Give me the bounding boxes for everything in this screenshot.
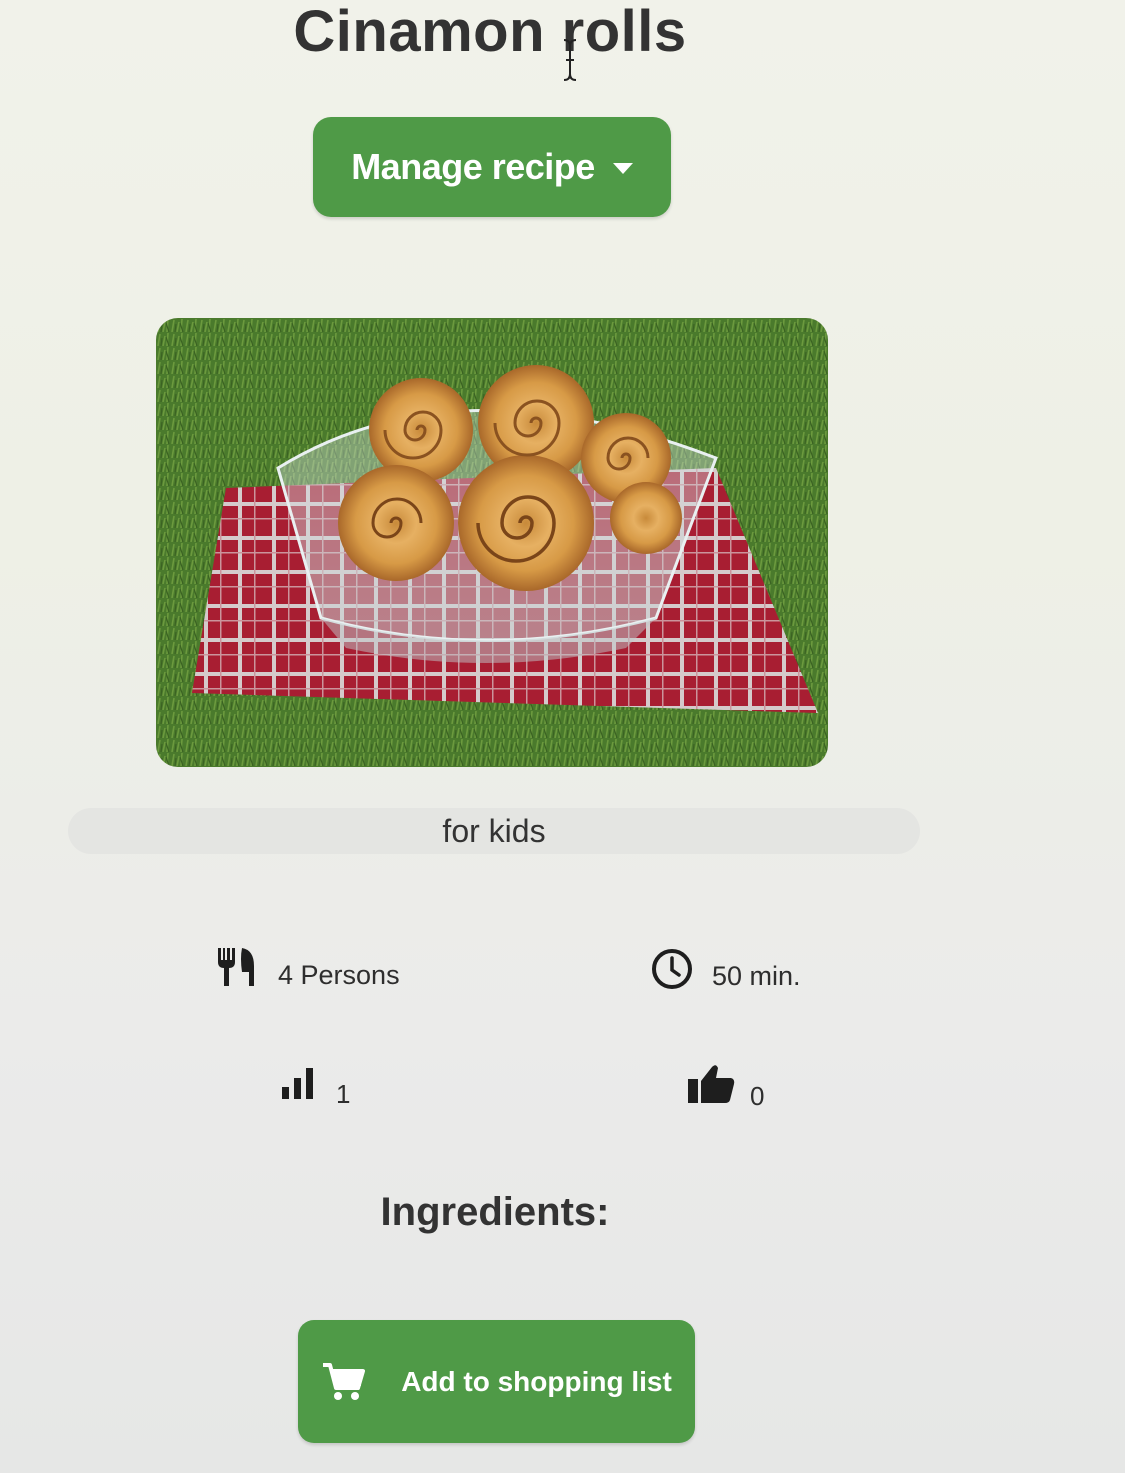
likes-stat[interactable]: 0	[686, 1055, 764, 1112]
signal-bars-icon	[282, 1067, 313, 1099]
manage-recipe-label: Manage recipe	[351, 146, 595, 187]
ingredients-heading: Ingredients:	[380, 1190, 610, 1234]
recipe-page: Cinamon rolls Manage recipe for kids 4 P…	[0, 0, 1125, 1473]
utensils-icon	[218, 947, 254, 986]
tag-label: for kids	[442, 812, 546, 849]
servings-value: 4 Persons	[278, 960, 400, 990]
thumbs-up-icon[interactable]	[686, 1063, 736, 1105]
shopping-list-label: Add to shopping list	[401, 1365, 672, 1397]
add-to-shopping-list-button[interactable]: Add to shopping list	[298, 1320, 695, 1443]
text-cursor-icon	[563, 39, 577, 81]
time-stat: 50 min.	[650, 945, 801, 992]
shopping-cart-icon	[323, 1362, 366, 1400]
difficulty-value: 1	[336, 1079, 351, 1109]
recipe-title: Cinamon rolls	[293, 0, 687, 64]
servings-stat: 4 Persons	[214, 940, 400, 991]
caret-down-icon	[612, 162, 633, 174]
likes-value: 0	[750, 1081, 765, 1111]
time-value: 50 min.	[712, 961, 801, 991]
recipe-photo	[156, 318, 828, 767]
clock-icon	[652, 948, 692, 989]
difficulty-stat: 1	[280, 1055, 350, 1110]
recipe-tag: for kids	[68, 808, 920, 854]
manage-recipe-button[interactable]: Manage recipe	[313, 117, 671, 217]
